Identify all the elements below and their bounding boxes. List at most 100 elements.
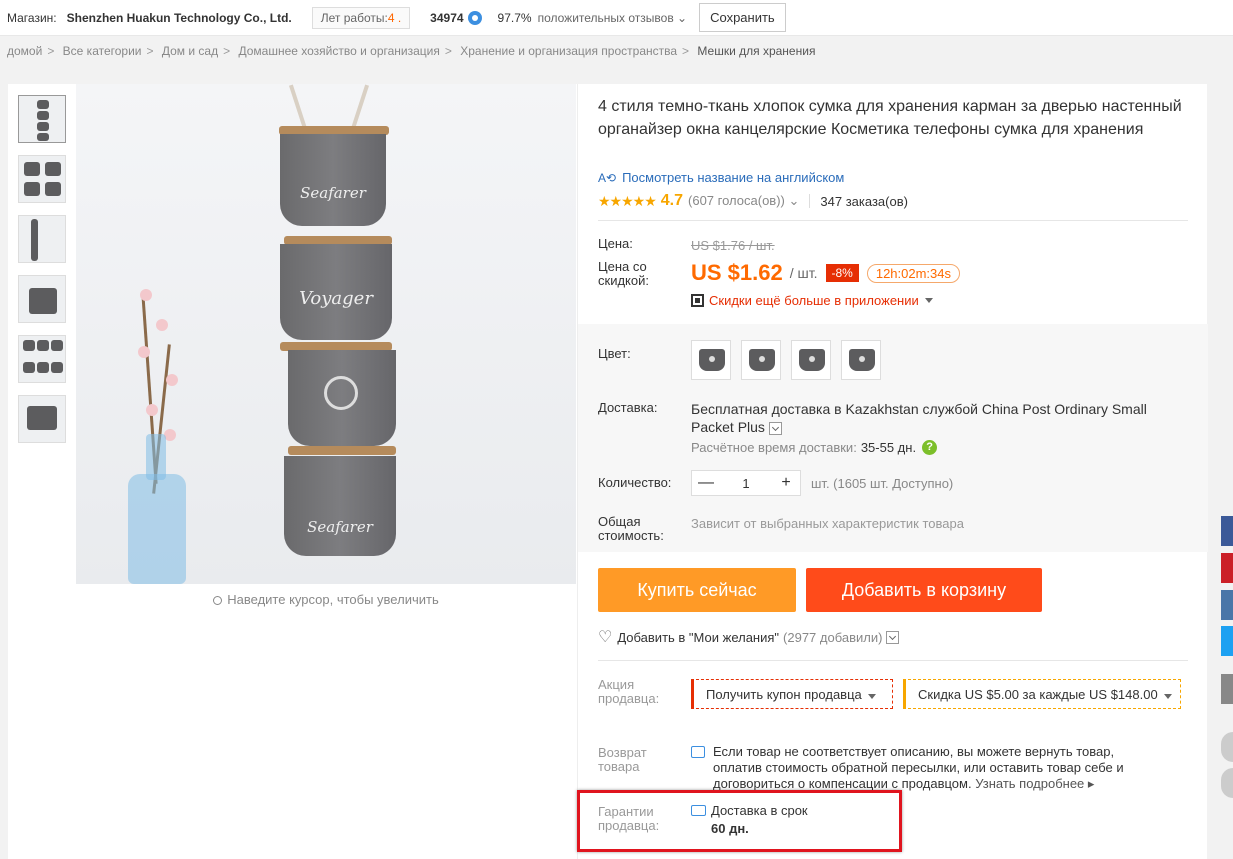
years-label: Лет работы: [320,10,388,25]
color-option-2[interactable] [741,340,781,380]
star-rating-icon: ★★★★★ [598,192,657,209]
shipping-dropdown-icon[interactable] [768,421,782,435]
breadcrumb-household[interactable]: Домашнее хозяйство и организация [238,44,439,58]
save-store-button[interactable]: Сохранить [699,3,786,32]
store-discount-dropdown[interactable]: Скидка US $5.00 за каждые US $148.00 [903,679,1181,709]
flower [146,404,158,416]
breadcrumb-storage[interactable]: Хранение и организация пространства [460,44,677,58]
shipping-text: Бесплатная доставка в Kazakhstan службой… [691,401,1147,435]
decrease-button[interactable]: — [692,474,720,492]
flower [138,346,150,358]
feedback-icon[interactable] [1221,768,1233,798]
translate-title-link[interactable]: A⟲ Посмотреть название на английском [598,170,844,185]
return-icon [691,746,705,758]
shipping-method: Бесплатная доставка в Kazakhstan службой… [691,400,1191,436]
discount-price-label: Цена со скидкой: [598,259,649,288]
add-to-cart-button[interactable]: Добавить в корзину [806,568,1042,612]
thumbnail-3[interactable] [18,215,66,263]
thumbnail-4[interactable] [18,275,66,323]
increase-button[interactable]: + [772,474,800,492]
years-value: 4 . [387,10,402,25]
thumbnail-1[interactable] [18,95,66,143]
storage-pocket: Voyager [280,244,392,340]
breadcrumb-home-garden[interactable]: Дом и сад [162,44,218,58]
rating-row: ★★★★★ 4.7 (607 голоса(ов)) ⌄ 347 заказа(… [598,192,908,210]
flower [166,374,178,386]
store-score[interactable]: 34974 [430,11,463,25]
zoom-hint: Наведите курсор, чтобы увеличить [76,592,576,607]
thumbnail-6[interactable] [18,395,66,443]
orders-count: 347 заказа(ов) [820,193,908,209]
storage-pocket [288,350,396,446]
qr-code-icon [691,294,704,307]
total-value: Зависит от выбранных характеристик товар… [691,516,964,531]
twitter-share-icon[interactable] [1221,626,1233,656]
shipping-label: Доставка: [598,400,658,415]
votes-count: (607 голоса(ов)) [688,193,785,208]
wishlist-count: (2977 добавили) [783,629,883,645]
pocket-print: Seafarer [307,518,373,536]
add-to-wishlist[interactable]: ♡ Добавить в "Мои желания" (2977 добавили) [598,627,900,647]
color-option-4[interactable] [841,340,881,380]
caret-down-icon [867,694,876,699]
breadcrumb-home[interactable]: домой [7,44,42,58]
eta-label: Расчётное время доставки: [691,440,857,455]
pocket-print: Seafarer [300,184,366,202]
return-label: Возврат товара [598,745,647,774]
learn-more-link[interactable]: Узнать подробнее ▸ [975,776,1094,791]
breadcrumb: домой > Все категории > Дом и сад > Домашне… [7,44,816,58]
store-years-badge: Лет работы:4 . [311,6,411,29]
quantity-available: шт. (1605 шт. Доступно) [811,476,954,491]
learn-more-label: Узнать подробнее [975,776,1085,791]
promo-label: Акция продавца: [598,677,660,706]
store-name-link[interactable]: Shenzhen Huakun Technology Co., Ltd. [67,11,292,25]
get-coupon-dropdown[interactable]: Получить купон продавца [691,679,893,709]
caret-down-icon [924,298,933,303]
store-label: Магазин: [7,10,57,25]
pinterest-share-icon[interactable] [1221,553,1233,583]
product-title: 4 стиля темно-ткань хлопок сумка для хра… [598,98,1182,138]
product-panel: Seafarer Voyager Seafarer Наведите курсо… [8,84,1208,859]
translate-label: Посмотреть название на английском [622,170,845,185]
coupon-label: Получить купон продавца [706,687,862,702]
medal-icon [467,10,482,25]
color-label: Цвет: [598,346,631,361]
color-option-3[interactable] [791,340,831,380]
eta-days: 35-55 дн. [860,440,917,455]
rating-value: 4.7 [660,192,684,209]
facebook-share-icon[interactable] [1221,516,1233,546]
thumbnail-5[interactable] [18,335,66,383]
quantity-input[interactable]: 1 [720,476,772,491]
breadcrumb-all-categories[interactable]: Все категории [63,44,142,58]
store-bar: Магазин: Shenzhen Huakun Technology Co.,… [0,0,1233,36]
product-info: 4 стиля темно-ткань хлопок сумка для хра… [577,84,1208,859]
votes-dropdown[interactable]: (607 голоса(ов)) ⌄ [688,193,799,209]
total-label: Общая стоимость: [598,514,664,543]
price-unit: / шт. [789,265,818,281]
storage-pocket: Seafarer [280,134,386,226]
feedback-dropdown[interactable]: положительных отзывов ⌄ [538,11,688,25]
chevron-down-icon[interactable] [886,630,900,644]
share-icon[interactable] [1221,674,1233,704]
app-deal-dropdown[interactable]: Скидки ещё больше в приложении [691,293,933,308]
hanger-stick [288,446,396,455]
positive-percent: 97.7% [497,10,532,25]
buy-now-button[interactable]: Купить сейчас [598,568,796,612]
scroll-top-icon[interactable] [1221,732,1233,762]
chevron-down-icon: ⌄ [677,10,688,25]
discount-price-row: US $1.62 / шт. -8% 12h:02m:34s [691,260,961,286]
main-product-image[interactable]: Seafarer Voyager Seafarer [76,84,576,584]
heart-plus-icon: ♡ [598,629,613,646]
color-swatches [691,340,891,380]
old-price: US $1.76 / шт. [691,238,775,253]
help-icon[interactable]: ? [922,440,938,455]
ship-wheel-print [324,376,358,410]
pocket-print: Voyager [299,288,373,309]
thumbnail-2[interactable] [18,155,66,203]
storage-pocket: Seafarer [284,456,396,556]
translate-icon: A⟲ [598,171,617,185]
color-option-1[interactable] [691,340,731,380]
rope [350,84,370,130]
vk-share-icon[interactable] [1221,590,1233,620]
app-deal-text: Скидки ещё больше в приложении [709,293,919,308]
